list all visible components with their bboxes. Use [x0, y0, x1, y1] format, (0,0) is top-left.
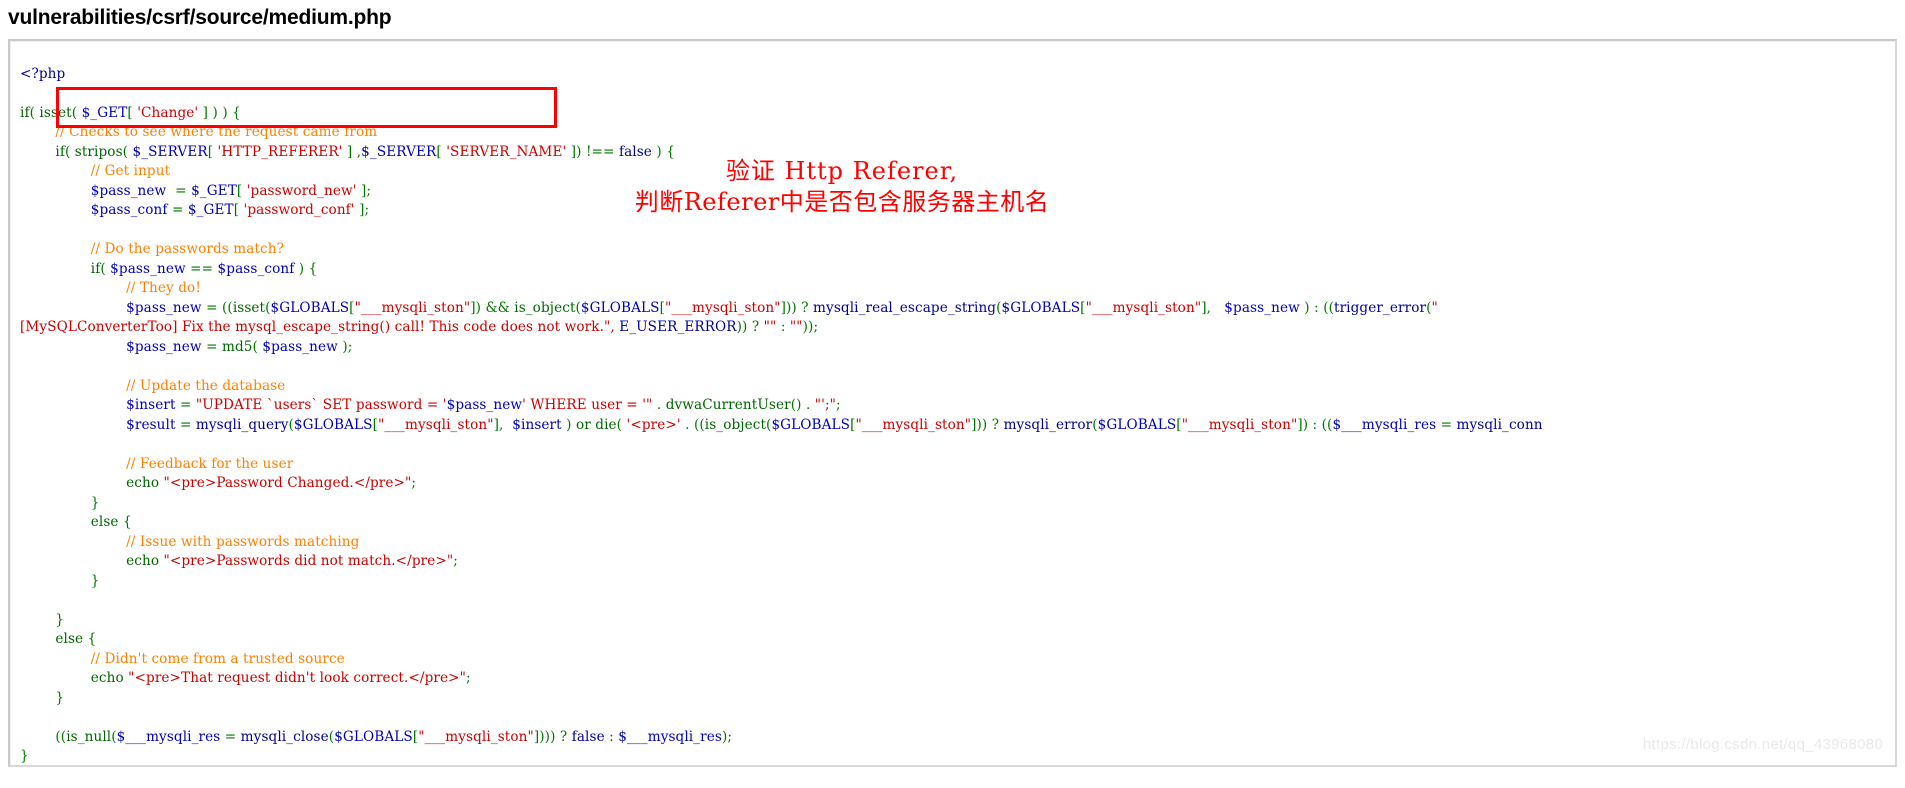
code-line: } [55, 611, 65, 628]
code-line: // Didn't come from a trusted source [90, 650, 345, 667]
php-source-code: <?php if( isset( $_GET[ 'Change' ] ) ) {… [10, 55, 1895, 765]
code-line: $pass_conf = $_GET[ 'password_conf' ]; [90, 202, 370, 219]
code-line: } [90, 572, 100, 589]
code-line: echo "<pre>Passwords did not match.</pre… [126, 553, 458, 570]
code-line: // Feedback for the user [126, 455, 294, 472]
code-line: // They do! [126, 280, 201, 297]
code-line: } [55, 689, 65, 706]
code-line: $pass_new = ((isset($GLOBALS["___mysqli_… [126, 299, 1438, 316]
code-line: echo "<pre>That request didn't look corr… [90, 670, 471, 687]
code-line: <?php [20, 65, 66, 82]
code-line: if( isset( $_GET[ 'Change' ] ) ) { [20, 104, 241, 121]
code-viewer-panel: <?php if( isset( $_GET[ 'Change' ] ) ) {… [8, 39, 1897, 767]
code-line: $pass_new = $_GET[ 'password_new' ]; [90, 182, 372, 199]
code-line: // Do the passwords match? [90, 241, 285, 258]
code-line: $insert = "UPDATE `users` SET password =… [126, 397, 841, 414]
code-line: else { [55, 631, 97, 648]
code-line: // Update the database [126, 377, 286, 394]
page-title: vulnerabilities/csrf/source/medium.php [8, 6, 392, 29]
code-line: // Get input [90, 163, 171, 180]
code-line: $result = mysqli_query($GLOBALS["___mysq… [126, 416, 1543, 433]
blog-watermark: https://blog.csdn.net/qq_43968080 [1642, 736, 1883, 753]
code-line: echo "<pre>Password Changed.</pre>"; [126, 475, 417, 492]
code-line: } [20, 748, 29, 765]
code-line: // Issue with passwords matching [126, 533, 360, 550]
code-line: // Checks to see where the request came … [55, 124, 378, 141]
code-line: } [90, 494, 100, 511]
code-line: if( stripos( $_SERVER[ 'HTTP_REFERER' ] … [55, 143, 675, 160]
code-line: if( $pass_new == $pass_conf ) { [90, 260, 318, 277]
code-line: ((is_null($___mysqli_res = mysqli_close(… [55, 728, 733, 745]
code-line: else { [90, 514, 132, 531]
code-line: $pass_new = md5( $pass_new ); [126, 338, 353, 355]
code-line: [MySQLConverterToo] Fix the mysql_escape… [20, 319, 819, 336]
